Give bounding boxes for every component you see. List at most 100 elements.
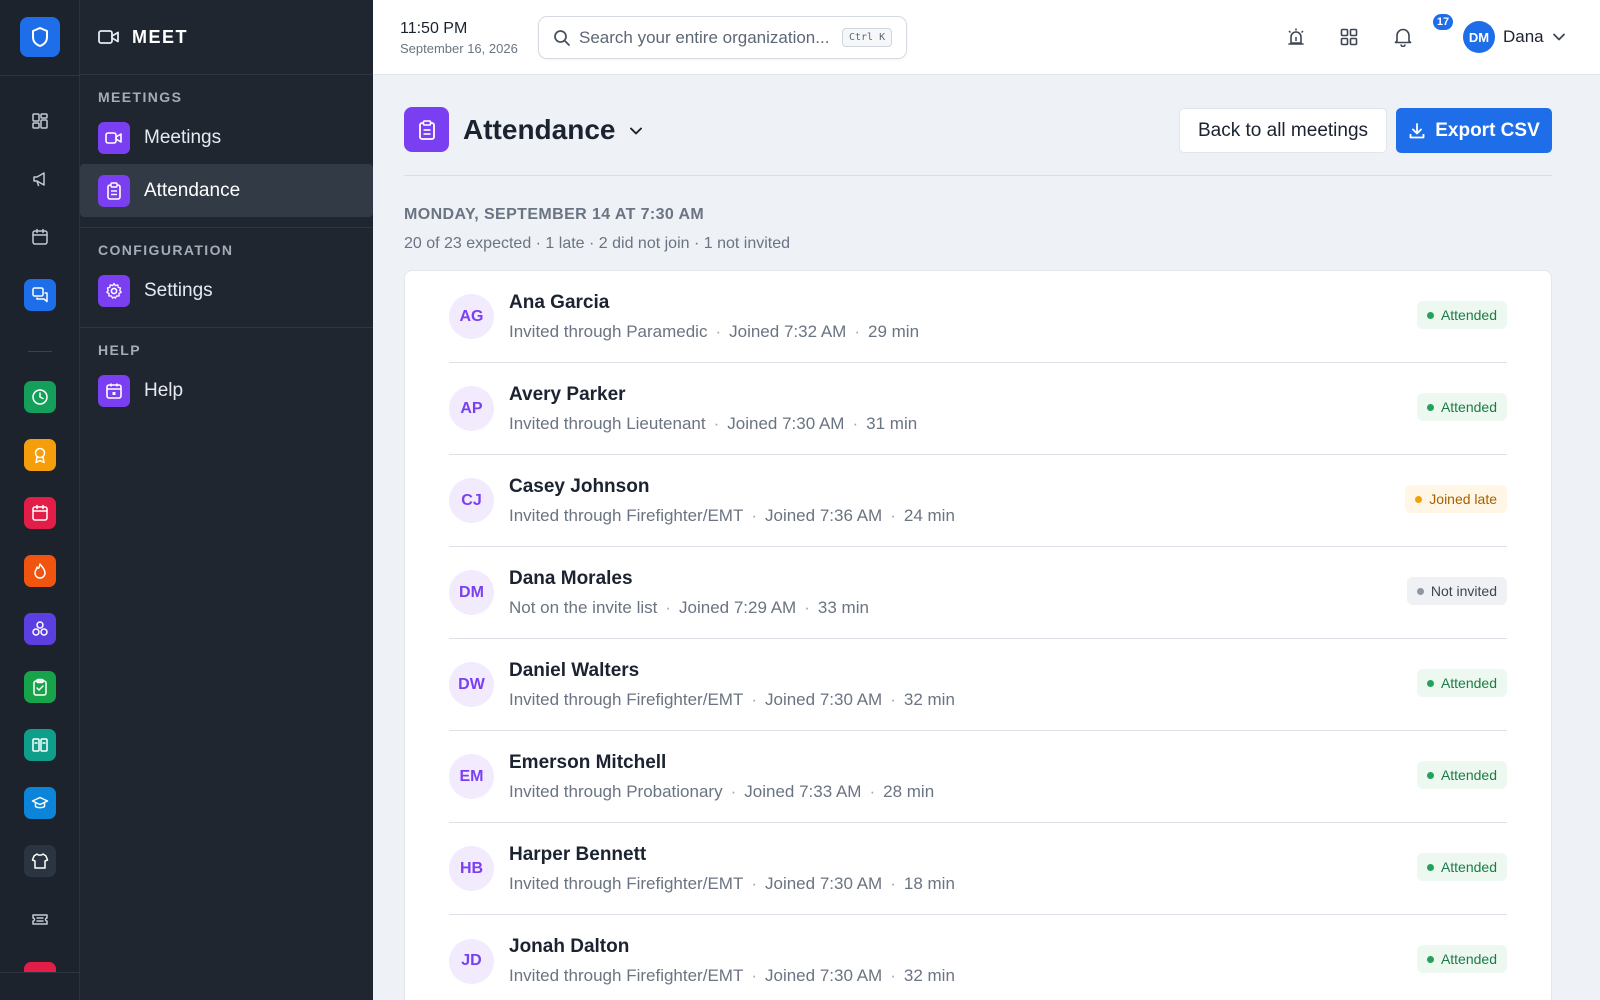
status-badge: Attended — [1416, 669, 1507, 697]
avatar: AP — [449, 386, 494, 431]
table-row[interactable]: EM Emerson Mitchell Invited through Probat… — [449, 731, 1507, 823]
duration: 33 min — [817, 597, 869, 617]
status-dot — [1426, 679, 1434, 687]
avatar: DM — [1463, 21, 1495, 53]
shield-logo-icon[interactable] — [20, 17, 60, 57]
back-to-meetings-button[interactable]: Back to all meetings — [1179, 108, 1388, 153]
chevron-down-icon — [1552, 33, 1565, 41]
clipboard-check-icon[interactable] — [24, 671, 56, 703]
sidebar-item-label: Settings — [144, 279, 213, 301]
gear-icon — [98, 274, 130, 307]
megaphone-icon[interactable] — [24, 163, 56, 195]
rail-divider — [0, 75, 80, 76]
attendee-detail: Invited through Lieutenant · Joined 7:30 A… — [509, 414, 917, 434]
separator-dot: · — [751, 873, 757, 893]
app-rail — [0, 0, 80, 1000]
avatar: EM — [449, 754, 494, 799]
status-dot — [1426, 311, 1434, 319]
status-dot — [1426, 403, 1434, 411]
sidebar-item-settings[interactable]: Settings — [80, 264, 373, 317]
sidebar-header: MEET — [80, 0, 373, 75]
page-title: Attendance — [463, 113, 616, 145]
duration: 32 min — [903, 689, 955, 709]
status-dot — [1426, 955, 1434, 963]
sidebar-item-label: Help — [144, 379, 184, 401]
invite-source: Invited through Lieutenant — [509, 413, 706, 433]
rail-item-partial[interactable] — [24, 962, 56, 972]
rail-divider — [28, 351, 52, 352]
video-icon — [98, 30, 119, 44]
status-label: Attended — [1440, 951, 1497, 967]
join-time: Joined 7:36 AM — [765, 505, 883, 525]
notification-badge: 17 — [1431, 12, 1455, 32]
page-header: Attendance Back to all meetings Export C… — [404, 107, 1552, 176]
join-time: Joined 7:32 AM — [729, 321, 847, 341]
table-row[interactable]: HB Harper Bennett Invited through Firefigh… — [449, 823, 1507, 915]
separator-dot: · — [804, 597, 810, 617]
chevron-down-icon[interactable] — [629, 126, 643, 136]
separator-dot: · — [890, 873, 896, 893]
clock-icon[interactable] — [24, 381, 56, 413]
status-dot — [1426, 771, 1434, 779]
sidebar-item-label: Attendance — [144, 179, 241, 201]
flame-icon[interactable] — [24, 555, 56, 587]
status-badge: Not invited — [1406, 577, 1507, 605]
status-label: Attended — [1440, 767, 1497, 783]
bell-icon[interactable] — [1388, 22, 1418, 52]
user-name: Dana — [1503, 27, 1544, 46]
table-row[interactable]: DM Dana Morales Not on the invite list · Joi… — [449, 547, 1507, 639]
status-badge: Attended — [1416, 393, 1507, 421]
network-icon[interactable] — [24, 613, 56, 645]
sidebar-item-attendance[interactable]: Attendance — [80, 164, 373, 217]
table-row[interactable]: CJ Casey Johnson Invited through Firefight… — [449, 455, 1507, 547]
book-icon[interactable] — [24, 729, 56, 761]
graduation-cap-icon[interactable] — [24, 787, 56, 819]
calendar-red-icon[interactable] — [24, 497, 56, 529]
dashboard-icon[interactable] — [24, 105, 56, 137]
duration: 28 min — [883, 781, 935, 801]
attendee-detail: Invited through Firefighter/EMT · Joined 7… — [509, 690, 955, 710]
search-input[interactable] — [579, 27, 834, 48]
sidebar: MEET MEETINGS Meetings Attendance CONFIG… — [80, 0, 373, 1000]
table-row[interactable]: AP Avery Parker Invited through Lieutenant… — [449, 363, 1507, 455]
search-bar[interactable]: Ctrl K — [538, 16, 907, 59]
status-badge: Joined late — [1405, 485, 1507, 513]
user-menu[interactable]: DM Dana — [1463, 21, 1566, 53]
alarm-icon[interactable] — [1281, 22, 1311, 52]
attendee-detail: Invited through Probationary · Joined 7:33… — [509, 782, 934, 802]
attendee-info: Avery Parker Invited through Lieutenant · J… — [509, 384, 917, 434]
status-label: Attended — [1440, 675, 1497, 691]
avatar: HB — [449, 846, 494, 891]
shirt-icon[interactable] — [24, 845, 56, 877]
table-row[interactable]: AG Ana Garcia Invited through Paramedic · Jo… — [449, 271, 1507, 363]
attendee-name: Casey Johnson — [509, 475, 650, 497]
join-time: Joined 7:29 AM — [679, 597, 797, 617]
apps-grid-icon[interactable] — [1334, 22, 1364, 52]
export-csv-button[interactable]: Export CSV — [1396, 108, 1552, 153]
attendee-info: Harper Bennett Invited through Firefighte… — [509, 844, 955, 894]
sidebar-item-label: Meetings — [144, 126, 222, 148]
sidebar-item-meetings[interactable]: Meetings — [80, 111, 373, 164]
ticket-icon[interactable] — [24, 903, 56, 935]
attendee-name: Avery Parker — [509, 383, 626, 405]
separator-dot: · — [751, 505, 757, 525]
avatar: DW — [449, 662, 494, 707]
status-dot — [1416, 587, 1424, 595]
section-label-help: HELP — [98, 342, 141, 358]
download-icon — [1409, 122, 1425, 138]
sidebar-section-configuration: CONFIGURATION Settings — [80, 228, 373, 328]
join-time: Joined 7:30 AM — [765, 689, 883, 709]
table-row[interactable]: DW Daniel Walters Invited through Firefigh… — [449, 639, 1507, 731]
calendar-icon — [98, 374, 130, 407]
sidebar-item-help[interactable]: Help — [80, 364, 373, 417]
duration: 18 min — [903, 873, 955, 893]
table-row[interactable]: JD Jonah Dalton Invited through Firefighte… — [449, 915, 1507, 1000]
clock-time: 11:50 PM — [400, 20, 468, 37]
attendee-name: Jonah Dalton — [509, 936, 630, 957]
award-icon[interactable] — [24, 439, 56, 471]
clipboard-icon — [404, 107, 449, 152]
calendar-icon[interactable] — [24, 221, 56, 253]
attendee-detail: Invited through Firefighter/EMT · Joined 7… — [509, 874, 955, 894]
avatar: DM — [449, 570, 494, 615]
chat-icon[interactable] — [24, 279, 56, 311]
